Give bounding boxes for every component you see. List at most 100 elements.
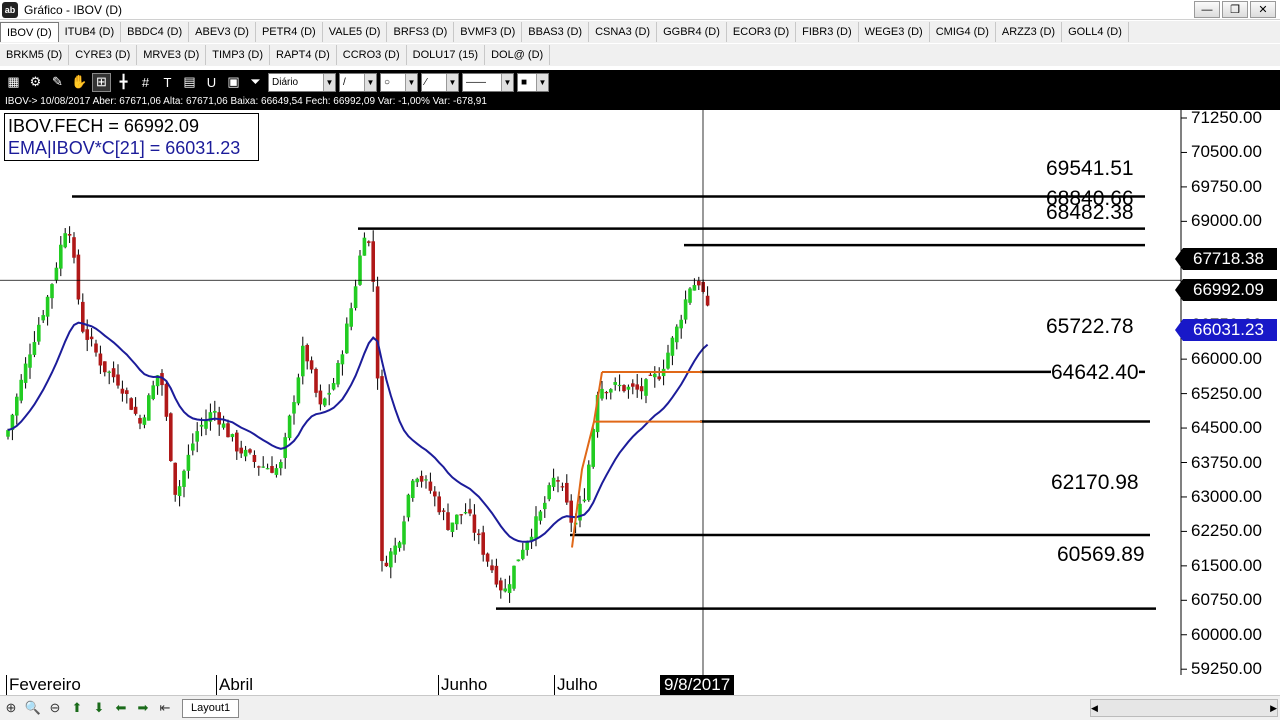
candle-down bbox=[169, 413, 173, 461]
candle-down bbox=[248, 449, 252, 453]
shape-tool-select[interactable]: ○ ▼ bbox=[380, 72, 418, 92]
layout-tab[interactable]: Layout1 bbox=[182, 698, 240, 718]
symbol-tab[interactable]: CMIG4 (D) bbox=[930, 22, 996, 42]
filter-icon[interactable]: ⏷ bbox=[246, 73, 265, 92]
time-label: Junho bbox=[438, 675, 487, 695]
arrow-to-start-icon[interactable]: ⇤ bbox=[154, 698, 176, 718]
symbol-tab[interactable]: ITUB4 (D) bbox=[59, 22, 122, 42]
candle-up bbox=[591, 429, 595, 467]
price-chart[interactable]: IBOV.FECH = 66992.09 EMA|IBOV*C[21] = 66… bbox=[0, 109, 1280, 712]
arrow-down-icon[interactable]: ⬇ bbox=[88, 698, 110, 718]
minimize-button[interactable]: — bbox=[1194, 1, 1220, 18]
symbol-tab[interactable]: CCRO3 (D) bbox=[337, 45, 407, 65]
symbol-tab[interactable]: GOLL4 (D) bbox=[1062, 22, 1129, 42]
symbol-tab[interactable]: BRFS3 (D) bbox=[387, 22, 455, 42]
window-title: Gráfico - IBOV (D) bbox=[24, 2, 123, 17]
symbol-tab[interactable]: DOLU17 (15) bbox=[407, 45, 486, 65]
candle-up bbox=[507, 584, 512, 593]
zoom-reset-icon[interactable]: ⊕ bbox=[0, 698, 22, 718]
trash-icon[interactable]: ▣ bbox=[224, 73, 243, 92]
gear-icon[interactable]: ⚙ bbox=[26, 73, 45, 92]
candle-up bbox=[345, 323, 349, 354]
scroll-left-icon[interactable]: ◀ bbox=[1091, 703, 1098, 714]
symbol-tab[interactable]: PETR4 (D) bbox=[256, 22, 323, 42]
candle-up bbox=[406, 494, 411, 518]
candle-up bbox=[151, 385, 155, 400]
plus-icon[interactable]: ╋ bbox=[114, 73, 133, 92]
candle-down bbox=[67, 234, 72, 236]
candle-up bbox=[683, 299, 688, 320]
line-style-select[interactable]: —— ▼ bbox=[462, 72, 514, 92]
candle-up bbox=[59, 244, 63, 269]
candle-up bbox=[331, 383, 336, 390]
candle-up bbox=[670, 337, 675, 356]
candle-down bbox=[433, 491, 437, 497]
candle-down bbox=[639, 386, 644, 392]
draw-tool-select[interactable]: ⁄ ▼ bbox=[421, 72, 459, 92]
candle-up bbox=[600, 388, 604, 399]
candle-up bbox=[349, 308, 353, 327]
legend-close: IBOV.FECH = 66992.09 bbox=[8, 116, 199, 136]
arrow-up-icon[interactable]: ⬆ bbox=[66, 698, 88, 718]
candle-up bbox=[582, 499, 587, 502]
candle-down bbox=[133, 406, 138, 414]
symbol-tab[interactable]: BRKM5 (D) bbox=[0, 45, 70, 65]
symbol-tab[interactable]: FIBR3 (D) bbox=[796, 22, 859, 42]
symbol-tab[interactable]: CYRE3 (D) bbox=[69, 45, 138, 65]
candle-down bbox=[490, 565, 494, 571]
symbol-tab[interactable]: ABEV3 (D) bbox=[189, 22, 256, 42]
symbol-tab[interactable]: BBDC4 (D) bbox=[121, 22, 190, 42]
crosshair-icon[interactable]: ⊞ bbox=[92, 72, 111, 92]
symbol-tab[interactable]: IBOV (D) bbox=[0, 22, 59, 42]
arrow-left-icon[interactable]: ⬅ bbox=[110, 698, 132, 718]
candle-down bbox=[384, 562, 389, 567]
symbol-tab[interactable]: ECOR3 (D) bbox=[727, 22, 797, 42]
price-tick-label: 69000.00 bbox=[1191, 211, 1262, 231]
grid-icon[interactable]: # bbox=[136, 73, 155, 92]
candle-up bbox=[543, 502, 547, 510]
line-tool-select[interactable]: / ▼ bbox=[339, 72, 377, 92]
maximize-button[interactable]: ❐ bbox=[1222, 1, 1248, 18]
draw-icon: ⁄ bbox=[425, 76, 427, 88]
horizontal-scrollbar[interactable]: ◀ ▶ bbox=[1090, 699, 1278, 717]
arrow-right-icon[interactable]: ➡ bbox=[132, 698, 154, 718]
price-tick-label: 63750.00 bbox=[1191, 452, 1262, 472]
symbol-tab[interactable]: BVMF3 (D) bbox=[454, 22, 523, 42]
candle-down bbox=[76, 254, 81, 300]
underline-icon[interactable]: U bbox=[202, 73, 221, 92]
symbol-tab[interactable]: VALE5 (D) bbox=[323, 22, 388, 42]
candle-down bbox=[252, 454, 257, 462]
symbol-tab[interactable]: ARZZ3 (D) bbox=[996, 22, 1063, 42]
level-label: 68482.38 bbox=[1046, 201, 1134, 224]
symbol-tab[interactable]: RAPT4 (D) bbox=[270, 45, 337, 65]
time-cursor-label: 9/8/2017 bbox=[660, 675, 735, 695]
candle-up bbox=[195, 431, 199, 442]
pen-icon[interactable]: ✎ bbox=[48, 73, 67, 92]
close-button[interactable]: ✕ bbox=[1250, 1, 1276, 18]
chart-toolbar: ▦ ⚙ ✎ ✋ ⊞ ╋ # T ▤ U ▣ ⏷ Diário ▼ / ▼ ○ ▼… bbox=[0, 70, 1280, 94]
symbol-tab[interactable]: TIMP3 (D) bbox=[206, 45, 271, 65]
color-select[interactable]: ■ ▼ bbox=[517, 72, 549, 92]
hand-icon[interactable]: ✋ bbox=[70, 73, 89, 92]
candle-down bbox=[239, 447, 243, 454]
candle-down bbox=[446, 512, 450, 530]
cursor-price-badge: 67718.38 bbox=[1175, 248, 1277, 270]
candle-up bbox=[23, 363, 28, 383]
candle-down bbox=[116, 374, 120, 386]
symbol-tab[interactable]: MRVE3 (D) bbox=[137, 45, 207, 65]
ema-line bbox=[7, 321, 709, 543]
table-icon[interactable]: ▤ bbox=[180, 73, 199, 92]
price-tick-label: 59250.00 bbox=[1191, 659, 1262, 679]
symbol-tab[interactable]: GGBR4 (D) bbox=[657, 22, 727, 42]
text-icon[interactable]: T bbox=[158, 73, 177, 92]
symbol-tab[interactable]: CSNA3 (D) bbox=[589, 22, 658, 42]
periodicity-select[interactable]: Diário ▼ bbox=[268, 72, 336, 92]
chart-icon[interactable]: ▦ bbox=[4, 73, 23, 92]
symbol-tab[interactable]: WEGE3 (D) bbox=[859, 22, 930, 42]
zoom-out-icon[interactable]: ⊖ bbox=[44, 698, 66, 718]
symbol-tab[interactable]: BBAS3 (D) bbox=[522, 22, 590, 42]
level-label: 60569.89 bbox=[1057, 543, 1145, 567]
symbol-tab[interactable]: DOL@ (D) bbox=[485, 45, 551, 65]
scroll-right-icon[interactable]: ▶ bbox=[1270, 703, 1277, 714]
zoom-in-icon[interactable]: 🔍 bbox=[22, 698, 44, 718]
